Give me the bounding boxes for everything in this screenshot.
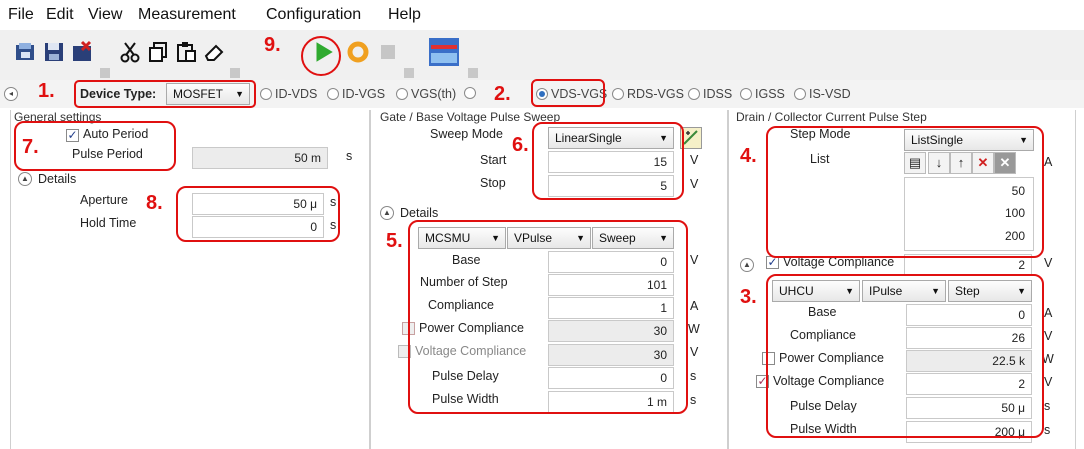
stop-label: Stop xyxy=(480,176,506,190)
drain-pulse-delay-unit: s xyxy=(1044,399,1051,413)
pulse-period-field[interactable]: 50 m xyxy=(192,147,328,169)
stop-icon[interactable] xyxy=(376,40,400,64)
mode-hidden[interactable] xyxy=(464,87,479,99)
details-label: Details xyxy=(38,172,77,186)
menu-help[interactable]: Help xyxy=(388,6,421,24)
annotation-box-6 xyxy=(532,122,684,200)
annotation-number-7: 7. xyxy=(22,136,39,158)
copy-icon[interactable] xyxy=(146,40,170,64)
gate-pulse-delay-unit: s xyxy=(690,369,697,383)
paste-icon[interactable] xyxy=(174,40,198,64)
details-expander-icon[interactable]: ▲ xyxy=(18,172,32,186)
gate-power-compliance-unit: W xyxy=(688,322,700,336)
erase-icon[interactable] xyxy=(202,40,226,64)
mode-id-vds[interactable]: ID-VDS xyxy=(260,87,317,101)
annotation-number-2: 2. xyxy=(494,83,511,105)
pulse-period-unit: s xyxy=(346,149,353,163)
annotation-number-1: 1. xyxy=(38,80,55,102)
annotation-box-5 xyxy=(408,220,688,414)
annotation-circle-9 xyxy=(301,36,341,76)
annotation-box-3 xyxy=(766,274,1044,438)
gate-details-label: Details xyxy=(400,206,439,220)
toolbar-grip[interactable] xyxy=(404,68,414,78)
mode-vgs-th[interactable]: VGS(th) xyxy=(396,87,456,101)
gate-compliance-unit: A xyxy=(690,299,699,313)
cut-icon[interactable] xyxy=(118,40,142,64)
list-unit: A xyxy=(1044,155,1053,169)
toolbar-grip[interactable] xyxy=(468,68,478,78)
drain-compliance-unit: V xyxy=(1044,329,1053,343)
stop-unit: V xyxy=(690,177,699,191)
collapse-left-icon[interactable]: ◂ xyxy=(4,87,18,101)
drain-vcomp-top-unit: V xyxy=(1044,256,1053,270)
annotation-number-4: 4. xyxy=(740,145,757,167)
hold-time-label: Hold Time xyxy=(80,216,137,230)
start-label: Start xyxy=(480,153,507,167)
gate-details-expander-icon[interactable]: ▲ xyxy=(380,206,394,220)
save-icon[interactable] xyxy=(42,40,66,64)
drain-pulse-width-unit: s xyxy=(1044,423,1051,437)
close-file-icon[interactable] xyxy=(70,40,94,64)
repeat-icon[interactable] xyxy=(346,40,370,64)
mode-is-vsd[interactable]: IS-VSD xyxy=(794,87,851,101)
mode-idss[interactable]: IDSS xyxy=(688,87,732,101)
drain-panel-title: Drain / Collector Current Pulse Step xyxy=(736,110,927,124)
annotation-box-2 xyxy=(531,79,605,107)
gate-pulse-width-unit: s xyxy=(690,393,697,407)
drain-voltage-compliance-unit: V xyxy=(1044,375,1053,389)
menu-configuration[interactable]: Configuration xyxy=(266,6,361,24)
sweep-mode-label: Sweep Mode xyxy=(430,127,503,141)
toolbar-grip[interactable] xyxy=(100,68,110,78)
mode-rds-vgs[interactable]: RDS-VGS xyxy=(612,87,684,101)
gate-voltage-compliance-unit: V xyxy=(690,345,699,359)
menu-edit[interactable]: Edit xyxy=(46,6,74,24)
drain-base-unit: A xyxy=(1044,306,1053,320)
open-icon[interactable] xyxy=(14,40,38,64)
annotation-number-3: 3. xyxy=(740,286,757,308)
annotation-number-8: 8. xyxy=(146,192,163,214)
menu-view[interactable]: View xyxy=(88,6,122,24)
aperture-label: Aperture xyxy=(80,193,128,207)
menu-file[interactable]: File xyxy=(8,6,34,24)
menu-bar: File Edit View Measurement Configuration… xyxy=(0,0,1084,30)
graph-window-icon[interactable] xyxy=(428,37,460,67)
toolbar-grip[interactable] xyxy=(230,68,240,78)
annotation-number-6: 6. xyxy=(512,134,529,156)
annotation-number-9: 9. xyxy=(264,34,281,56)
toolbar xyxy=(0,30,1084,80)
annotation-box-8 xyxy=(176,186,340,242)
start-unit: V xyxy=(690,153,699,167)
annotation-number-5: 5. xyxy=(386,230,403,252)
annotation-box-4 xyxy=(766,126,1044,258)
mode-id-vgs[interactable]: ID-VGS xyxy=(327,87,385,101)
menu-measurement[interactable]: Measurement xyxy=(138,6,236,24)
gate-base-unit: V xyxy=(690,253,699,267)
annotation-box-1 xyxy=(74,80,256,108)
mode-igss[interactable]: IGSS xyxy=(740,87,785,101)
drain-details-expander-icon[interactable]: ▲ xyxy=(740,258,754,272)
gate-panel-title: Gate / Base Voltage Pulse Sweep xyxy=(380,110,561,124)
